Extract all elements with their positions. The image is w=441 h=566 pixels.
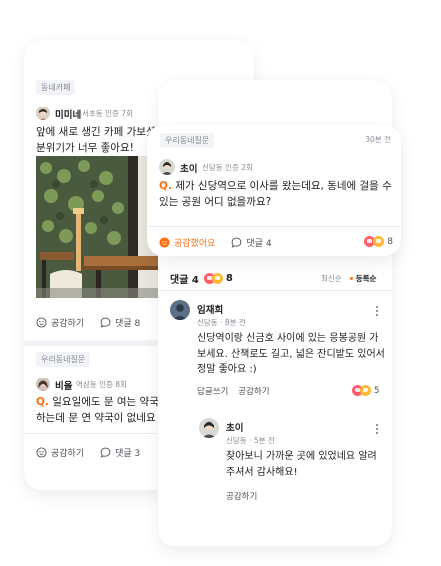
question-card: 우리동네질문 30분 전 초이 신당동 인증 2회 Q. 제가 신당역으로 이사… xyxy=(147,125,401,256)
author-meta: 신당동 인증 2회 xyxy=(202,163,253,172)
reply-author[interactable]: 초이 xyxy=(226,420,243,434)
comment-line: 신당역이랑 신금호 사이에 있는 응봉공원 가 xyxy=(197,333,379,344)
comment-count: 댓글 8 xyxy=(115,319,141,329)
thumb-reaction-icon xyxy=(211,273,223,284)
post-time: 30분 전 xyxy=(365,135,391,144)
author-name[interactable]: 초이 xyxy=(180,161,197,175)
reaction-summary[interactable]: 8 xyxy=(364,236,393,247)
question-line-2: 있는 공원 어디 없을까요? xyxy=(159,196,272,208)
comment-text: 신당역이랑 신금호 사이에 있는 응봉공원 가 보세요. 산책로도 길고, 넓은… xyxy=(197,331,387,378)
like-button[interactable]: 공감하기 xyxy=(36,316,84,329)
divider xyxy=(158,290,392,291)
question-prefix: Q. xyxy=(159,180,172,192)
comment-actions: 답글쓰기 공감하기 xyxy=(197,385,270,397)
sort-active-dot xyxy=(349,277,353,280)
question-line: Q. 제가 신당역으로 이사를 왔는데요, 동네에 걸을 수 xyxy=(159,178,395,194)
divider xyxy=(147,226,401,227)
sort-options: 최신순 등록순 xyxy=(321,273,376,284)
liked-label: 공감했어요 xyxy=(174,239,216,249)
like-button[interactable]: 공감하기 xyxy=(36,446,84,459)
reaction-count: 8 xyxy=(225,273,233,284)
post-category-tag[interactable]: 우리동네질문 xyxy=(160,133,215,148)
author-name[interactable]: 비올 xyxy=(55,378,72,392)
like-label: 공감하기 xyxy=(51,449,85,459)
comments-header: 댓글 4 8 xyxy=(170,271,233,286)
smile-icon xyxy=(36,447,47,458)
comment-author[interactable]: 임재희 xyxy=(197,302,223,316)
thumb-reaction-icon xyxy=(373,236,385,247)
reply-button[interactable]: 답글쓰기 xyxy=(197,385,228,397)
comment-button[interactable]: 댓글 3 xyxy=(100,446,140,459)
more-options-icon[interactable] xyxy=(375,420,379,439)
post-actions: 공감하기 댓글 8 xyxy=(36,316,156,329)
avatar[interactable] xyxy=(36,377,50,391)
comment-count: 댓글 3 xyxy=(115,449,141,459)
like-button[interactable]: 공감하기 xyxy=(226,490,257,502)
thumb-reaction-icon xyxy=(360,385,371,396)
comment-button[interactable]: 댓글 8 xyxy=(100,316,140,329)
comment-bubble-icon xyxy=(100,447,111,458)
smile-icon xyxy=(36,317,47,328)
post-category-tag[interactable]: 동네카페 xyxy=(36,80,76,95)
post-actions: 공감하기 댓글 3 xyxy=(36,446,156,459)
comment-button[interactable]: 댓글 4 xyxy=(231,236,272,249)
question-text[interactable]: Q. 제가 신당역으로 이사를 왔는데요, 동네에 걸을 수 있는 공원 어디 … xyxy=(159,178,395,210)
reply-line: 주셔서 감사해요! xyxy=(226,466,298,478)
comments-title: 댓글 4 xyxy=(170,275,199,286)
reply-actions: 공감하기 xyxy=(226,490,257,502)
comment-line: 보세요. 산책로도 길고, 넓은 잔디밭도 있어서 xyxy=(197,348,385,360)
avatar[interactable] xyxy=(170,300,190,320)
more-options-icon[interactable] xyxy=(375,302,379,321)
reaction-count: 8 xyxy=(387,236,393,247)
smile-filled-icon xyxy=(159,237,170,248)
comment-line: 정말 좋아요 :) xyxy=(197,364,257,375)
post-category-tag[interactable]: 우리동네질문 xyxy=(36,352,91,367)
reaction-count: 5 xyxy=(374,385,380,396)
reply-line: 찾아보니 가까운 곳에 있었네요 알려 xyxy=(226,451,377,462)
question-prefix: Q. xyxy=(36,396,49,408)
avatar[interactable] xyxy=(199,418,219,438)
comment-count: 댓글 4 xyxy=(246,239,272,249)
reply-meta: 신당동 · 5분 전 xyxy=(226,436,275,445)
comment-bubble-icon xyxy=(231,237,242,248)
comment-meta: 신당동 · 8분 전 xyxy=(197,318,246,327)
question-line-1: 제가 신당역으로 이사를 왔는데요, 동네에 걸을 수 xyxy=(175,180,392,192)
reply-text: 찾아보니 가까운 곳에 있었네요 알려 주셔서 감사해요! xyxy=(226,449,388,480)
sort-registered-button[interactable]: 등록순 xyxy=(356,273,377,284)
question-actions: 공감했어요 댓글 4 xyxy=(159,236,288,249)
comment-reactions[interactable]: 5 xyxy=(352,385,379,396)
comment-bubble-icon xyxy=(100,317,111,328)
sort-latest-button[interactable]: 최신순 xyxy=(321,273,342,284)
author-name[interactable]: 미미네 xyxy=(55,107,81,121)
avatar[interactable] xyxy=(159,159,175,175)
liked-button[interactable]: 공감했어요 xyxy=(159,236,215,249)
author-meta: 역삼동 인증 8회 xyxy=(76,380,127,389)
author-meta: 서초동 인증 7회 xyxy=(82,109,133,118)
like-button[interactable]: 공감하기 xyxy=(238,385,269,397)
like-label: 공감하기 xyxy=(51,319,85,329)
avatar[interactable] xyxy=(36,106,50,120)
